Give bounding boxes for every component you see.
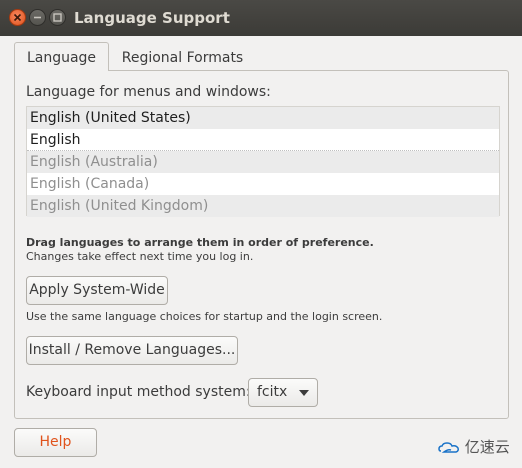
window-titlebar: Language Support (0, 0, 522, 36)
watermark-text: 亿速云 (464, 438, 510, 456)
list-item-language[interactable]: English (Australia) (27, 151, 499, 173)
drag-hint: Drag languages to arrange them in order … (26, 236, 374, 249)
maximize-button[interactable] (49, 9, 66, 26)
minimize-button[interactable] (29, 9, 46, 26)
language-list[interactable]: English (United States) English English … (26, 106, 500, 217)
keyboard-input-method-select[interactable]: fcitx (248, 378, 318, 407)
keyboard-input-label: Keyboard input method system: (26, 384, 251, 400)
minimize-icon (34, 16, 41, 19)
keyboard-input-method-value: fcitx (257, 384, 288, 400)
close-button[interactable] (9, 9, 26, 26)
list-item-language[interactable]: English (United States) (27, 107, 499, 129)
apply-note: Use the same language choices for startu… (26, 310, 383, 323)
maximize-icon (53, 13, 62, 22)
tab-regional-formats[interactable]: Regional Formats (111, 43, 254, 73)
changes-note: Changes take effect next time you log in… (26, 250, 254, 263)
chevron-down-icon (299, 390, 309, 396)
tab-language[interactable]: Language (14, 42, 109, 71)
help-button[interactable]: Help (14, 428, 97, 457)
install-remove-languages-button[interactable]: Install / Remove Languages... (26, 336, 238, 365)
list-item-language[interactable]: English (United Kingdom) (27, 195, 499, 217)
window-title: Language Support (74, 9, 230, 27)
close-icon (13, 13, 22, 22)
watermark: 亿速云 (438, 436, 510, 457)
language-list-heading: Language for menus and windows: (26, 84, 271, 100)
apply-system-wide-button[interactable]: Apply System-Wide (26, 276, 168, 305)
list-item-language[interactable]: English (27, 129, 499, 151)
list-item-language[interactable]: English (Canada) (27, 173, 499, 195)
cloud-logo-icon (438, 441, 459, 453)
